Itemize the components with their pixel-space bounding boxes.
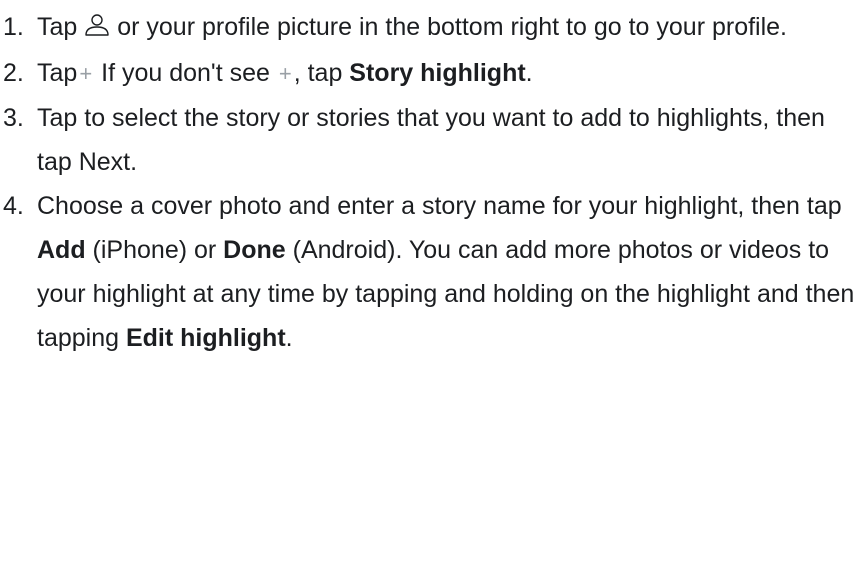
add-label: Add <box>37 236 86 264</box>
step-text: , tap <box>293 59 350 87</box>
step-1: 1. Tap or your profile picture in the bo… <box>0 5 865 51</box>
step-number: 2. <box>3 59 24 87</box>
step-3: 3. Tap to select the story or stories th… <box>0 96 865 184</box>
step-number: 1. <box>3 13 24 41</box>
plus-icon: + <box>79 61 93 86</box>
step-text: . <box>285 324 293 352</box>
edit-highlight-label: Edit highlight <box>125 324 286 352</box>
step-text: (iPhone) or <box>85 236 224 264</box>
step-2: 2. Tap+ If you don't see +, tap Story hi… <box>0 51 865 96</box>
step-text: . <box>525 59 533 87</box>
done-label: Done <box>223 236 286 264</box>
step-text: Tap <box>37 59 78 87</box>
profile-icon <box>84 7 110 51</box>
step-text: If you don't see <box>94 59 277 87</box>
step-number: 4. <box>3 192 24 220</box>
step-number: 3. <box>3 104 24 132</box>
step-text: Tap <box>37 13 85 41</box>
step-text: Tap to select the story or stories that … <box>37 104 825 176</box>
step-4: 4. Choose a cover photo and enter a stor… <box>0 184 865 360</box>
plus-icon: + <box>278 61 292 86</box>
step-text: Choose a cover photo and enter a story n… <box>37 192 842 220</box>
story-highlight-label: Story highlight <box>349 59 526 87</box>
instruction-list: 1. Tap or your profile picture in the bo… <box>0 5 865 360</box>
step-text: or your profile picture in the bottom ri… <box>110 13 787 41</box>
